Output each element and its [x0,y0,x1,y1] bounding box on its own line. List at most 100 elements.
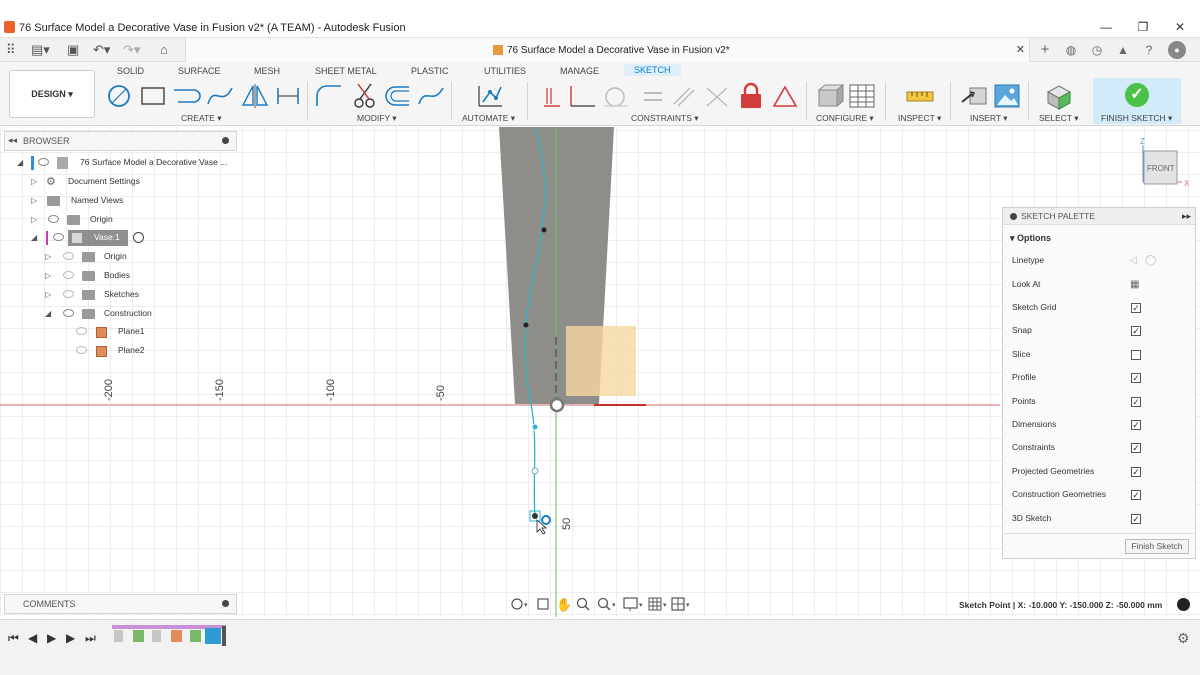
display-settings-icon[interactable]: ▾ [623,597,643,611]
job-status-icon[interactable]: ◷ [1088,41,1106,59]
expand-palette-icon[interactable]: ▸▸ [1182,211,1191,222]
close-tab-icon[interactable]: ✕ [1016,43,1025,56]
undo-icon[interactable]: ↶▾ [93,42,110,58]
line-tool-icon[interactable] [174,89,201,103]
last-step-icon[interactable]: ⏭ [85,631,96,646]
origin-point[interactable] [549,397,565,413]
constraints-menu[interactable]: CONSTRAINTS ▾ [631,113,699,124]
offset-tool-icon[interactable] [385,86,409,106]
tab-surface[interactable]: SURFACE [178,66,221,76]
spline-point[interactable] [523,322,529,328]
tree-row-bodies[interactable]: ▷ Bodies [42,268,182,284]
dimension-tool-icon[interactable] [544,88,560,107]
sketch-scale-tool-icon[interactable] [418,87,444,105]
tree-row-named-views[interactable]: ▷ Named Views [28,193,168,209]
option-checkbox[interactable]: ✓ [1131,466,1141,477]
sketch-point[interactable] [532,513,538,519]
visibility-eye-icon[interactable] [76,327,87,335]
tree-row-vase-origin[interactable]: ▷ Origin [42,249,182,265]
tree-row-plane1[interactable]: Plane1 [70,324,160,340]
coincident-tool-icon[interactable] [570,86,595,107]
notifications-icon[interactable]: ▲ [1114,41,1132,59]
timeline-feature-icon[interactable] [190,630,201,642]
mirror-tool-icon[interactable] [241,84,269,108]
inspect-menu[interactable]: INSPECT ▾ [898,113,941,124]
tree-row-plane2[interactable]: Plane2 [70,343,160,359]
select-menu[interactable]: SELECT ▾ [1039,113,1079,124]
save-icon[interactable]: ▣ [67,42,79,58]
tree-row-root[interactable]: ◢ 76 Surface Model a Decorative Vase ... [14,155,238,171]
minimize-icon[interactable]: — [1097,20,1115,34]
spline-point[interactable] [541,227,547,233]
new-tab-icon[interactable]: + [1036,41,1054,59]
palette-pin-icon[interactable] [1010,213,1017,220]
fit-icon[interactable]: ▾ [597,597,617,611]
visibility-eye-icon[interactable] [63,309,74,317]
visibility-eye-icon[interactable] [63,290,74,298]
insert-menu[interactable]: INSERT ▾ [970,113,1008,124]
automate-menu[interactable]: AUTOMATE ▾ [462,113,515,124]
activate-radio-icon[interactable] [133,232,144,243]
pan-icon[interactable]: ✋ [556,597,572,613]
timeline-feature-icon[interactable] [114,630,123,642]
visibility-eye-icon[interactable] [63,252,74,260]
panel-pin-icon[interactable] [222,137,229,144]
orbit-icon[interactable]: ▾ [511,598,528,610]
tab-sheet-metal[interactable]: SHEET METAL [315,66,377,76]
tree-row-construction[interactable]: ◢ Construction [42,306,182,322]
expand-arrow-icon[interactable]: ▷ [31,177,37,186]
perpendicular-tool-icon[interactable] [706,87,728,107]
expand-arrow-icon[interactable]: ▷ [45,252,51,261]
timeline-feature-icon[interactable] [152,630,161,642]
collapse-arrow-icon[interactable]: ◢ [17,158,23,167]
grid-settings-icon[interactable]: ▾ [648,597,667,611]
visibility-eye-icon[interactable] [63,271,74,279]
expand-arrow-icon[interactable]: ▷ [31,215,37,224]
parallel-tool-icon[interactable] [673,87,695,107]
user-avatar[interactable]: ● [1168,41,1186,59]
look-at-nav-icon[interactable] [537,598,549,610]
first-step-icon[interactable]: ⏮ [8,631,19,646]
option-checkbox[interactable]: ✓ [1131,303,1141,313]
tree-row-document-settings[interactable]: ▷ ⚙ Document Settings [28,174,168,190]
redo-icon[interactable]: ↷▾ [123,42,140,58]
play-icon[interactable]: ▶ [47,631,56,645]
help-icon[interactable]: ? [1140,41,1158,59]
expand-arrow-icon[interactable]: ▷ [45,271,51,280]
insert-derive-icon[interactable] [961,87,987,105]
extensions-icon[interactable]: ◍ [1062,41,1080,59]
tab-plastic[interactable]: PLASTIC [411,66,449,76]
viewcube[interactable]: FRONT Z X [1140,137,1190,188]
configure-menu[interactable]: CONFIGURE ▾ [816,113,874,124]
option-checkbox[interactable]: ✓ [1131,443,1141,454]
visibility-eye-icon[interactable] [76,346,87,354]
timeline-active-sketch-icon[interactable] [205,628,221,644]
fillet-tool-icon[interactable] [316,85,341,106]
option-checkbox[interactable]: ✓ [1131,490,1141,501]
timeline-feature-icon[interactable] [133,630,144,642]
tree-row-vase-component[interactable]: ◢ Vase:1 [28,230,168,246]
spline-tool-icon[interactable] [207,87,233,105]
option-checkbox[interactable] [1131,349,1141,360]
triangle-warning-icon[interactable] [772,85,798,107]
option-checkbox[interactable]: ✓ [1131,513,1141,524]
measure-icon[interactable] [905,82,935,110]
visibility-eye-icon[interactable] [38,158,49,166]
tab-mesh[interactable]: MESH [254,66,280,76]
tab-solid[interactable]: SOLID [117,66,144,76]
tab-sketch[interactable]: SKETCH [624,64,681,76]
apps-grid-icon[interactable]: ⠿ [6,42,16,58]
file-menu-icon[interactable]: ▤▾ [31,42,50,58]
linetype-construction-icon[interactable]: ◁ [1129,255,1137,266]
select-tool-icon[interactable] [1044,82,1074,110]
browser-panel-header[interactable]: ◂◂ BROWSER [4,131,237,151]
visibility-eye-icon[interactable] [53,233,64,241]
expand-arrow-icon[interactable]: ▷ [31,196,37,205]
option-checkbox[interactable]: ✓ [1131,420,1141,430]
comments-panel-header[interactable]: COMMENTS [4,594,237,614]
spline-point[interactable] [531,467,539,475]
option-checkbox[interactable]: ✓ [1131,326,1141,337]
trim-tool-icon[interactable] [354,83,375,108]
equal-tool-icon[interactable] [644,92,662,101]
collapse-arrow-icon[interactable]: ◢ [31,233,37,242]
